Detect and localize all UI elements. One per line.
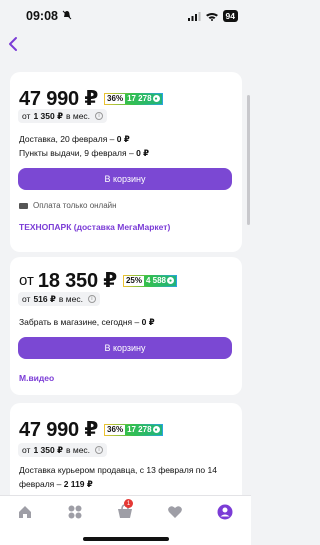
- courier-line: Доставка курьером продавца, с 13 февраля…: [19, 465, 217, 475]
- bonus-badge: 36% 17 278 ●: [104, 423, 163, 436]
- installment-suffix: в мес.: [58, 294, 83, 304]
- courier-price: 2 119 ₽: [63, 479, 93, 489]
- bonus-coin-icon: ●: [152, 426, 160, 433]
- installment-prefix: от: [22, 111, 31, 121]
- info-icon[interactable]: i: [87, 295, 96, 303]
- bonus-points-value: 4 588: [145, 276, 166, 285]
- seller-link[interactable]: ТЕХНОПАРК (доставка МегаМаркет): [19, 222, 170, 232]
- price-row: 47 990 ₽ 36% 17 278 ●: [19, 417, 163, 442]
- courier-text-2: февраля –: [19, 479, 62, 489]
- bonus-points-value: 17 278: [127, 94, 152, 103]
- installment-prefix: от: [22, 445, 31, 455]
- installment-amount: 1 350 ₽: [33, 444, 63, 455]
- pickup-text: Пункты выдачи, 9 февраля –: [19, 148, 134, 158]
- offer-card: 47 990 ₽ 36% 17 278 ● от 1 350 ₽ в мес. i…: [10, 72, 242, 252]
- store-pickup-text: Забрать в магазине, сегодня –: [19, 317, 140, 327]
- home-indicator: [83, 537, 169, 541]
- status-icons: 94: [187, 10, 238, 22]
- info-icon[interactable]: i: [95, 112, 104, 120]
- bonus-coin-icon: ●: [152, 95, 160, 102]
- installment-suffix: в мес.: [65, 445, 91, 455]
- home-icon[interactable]: [17, 504, 33, 520]
- bonus-coin-icon: ●: [166, 277, 174, 284]
- bonus-percent: 36%: [105, 425, 126, 434]
- back-chevron-icon[interactable]: [6, 36, 20, 52]
- pickup-price: 0 ₽: [136, 148, 150, 158]
- credit-card-icon: [19, 202, 28, 209]
- delivery-price: 0 ₽: [116, 134, 130, 144]
- bonus-points: 4 588 ●: [143, 275, 176, 286]
- store-pickup-line: Забрать в магазине, сегодня – 0 ₽: [19, 317, 155, 328]
- installment-amount: 516 ₽: [33, 293, 56, 304]
- price-from: от: [19, 272, 34, 289]
- add-to-cart-button[interactable]: В корзину: [18, 337, 232, 359]
- cart-count-badge: 1: [124, 499, 133, 508]
- seller-link[interactable]: М.видео: [19, 373, 54, 383]
- bonus-badge: 25% 4 588 ●: [122, 274, 177, 287]
- bonus-badge: 36% 17 278 ●: [104, 92, 163, 105]
- price-row: от 18 350 ₽ 25% 4 588 ●: [19, 268, 177, 293]
- bonus-percent: 25%: [123, 276, 144, 285]
- offer-price: 47 990 ₽: [19, 88, 99, 110]
- info-icon[interactable]: i: [95, 446, 104, 454]
- favorites-icon[interactable]: [167, 504, 183, 520]
- installment-suffix: в мес.: [65, 111, 91, 121]
- installment[interactable]: от 1 350 ₽ в мес. i: [18, 443, 108, 457]
- pickup-line: Пункты выдачи, 9 февраля – 0 ₽: [19, 148, 149, 159]
- bonus-points: 17 278 ●: [125, 93, 162, 104]
- wifi-icon: [205, 12, 218, 21]
- muted-bell-icon: [62, 10, 72, 20]
- battery-indicator: 94: [222, 10, 238, 22]
- status-time: 09:08: [26, 9, 58, 23]
- installment-prefix: от: [22, 294, 31, 304]
- bonus-percent: 36%: [105, 94, 126, 103]
- scrollbar[interactable]: [247, 95, 250, 225]
- offer-card: от 18 350 ₽ 25% 4 588 ● от 516 ₽ в мес. i…: [10, 257, 242, 395]
- installment[interactable]: от 1 350 ₽ в мес. i: [18, 109, 108, 123]
- price-row: 47 990 ₽ 36% 17 278 ●: [19, 86, 163, 111]
- installment[interactable]: от 516 ₽ в мес. i: [18, 292, 100, 306]
- signal-icon: [187, 11, 201, 21]
- online-payment-note: Оплата только онлайн: [19, 201, 117, 210]
- delivery-text: Доставка, 20 февраля –: [19, 134, 115, 144]
- installment-amount: 1 350 ₽: [33, 110, 63, 121]
- bonus-points-value: 17 278: [127, 425, 152, 434]
- status-bar: 09:08 94: [0, 0, 251, 30]
- courier-line-2: февраля – 2 119 ₽: [19, 479, 93, 490]
- catalog-icon[interactable]: [67, 504, 83, 520]
- offer-price: 18 350 ₽: [37, 270, 117, 292]
- offer-price: 47 990 ₽: [19, 419, 99, 441]
- add-to-cart-button[interactable]: В корзину: [18, 168, 232, 190]
- delivery-line: Доставка, 20 февраля – 0 ₽: [19, 134, 130, 145]
- payment-note-text: Оплата только онлайн: [33, 201, 117, 210]
- bonus-points: 17 278 ●: [125, 424, 162, 435]
- profile-icon[interactable]: [217, 504, 233, 520]
- store-pickup-price: 0 ₽: [141, 317, 155, 327]
